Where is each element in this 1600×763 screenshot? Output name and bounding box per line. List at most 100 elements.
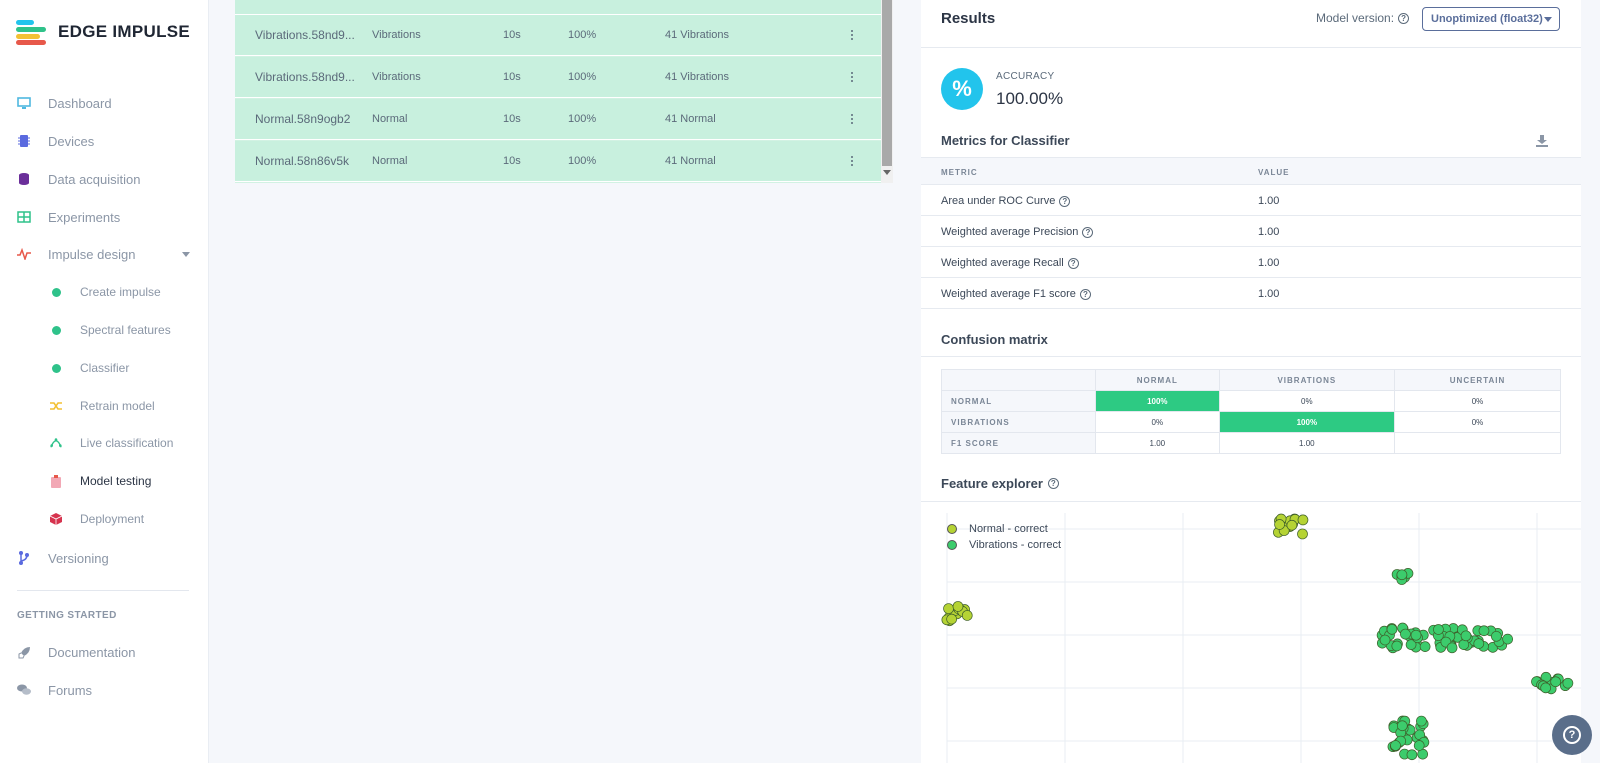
sidebar-item-label: Data acquisition [48, 171, 141, 187]
pulse-icon [16, 246, 32, 262]
scatter-point [1550, 676, 1562, 688]
cm-column-header: VIBRATIONS [1218, 369, 1396, 391]
table-row[interactable]: Normal.58n9ogb2 Normal 10s 100% 41 Norma… [235, 99, 881, 140]
cm-row-header: VIBRATIONS [941, 411, 1096, 433]
sample-result: 41 Vibrations [665, 71, 730, 83]
chevron-down-icon[interactable] [182, 252, 190, 257]
scatter-point [1413, 740, 1425, 751]
help-icon[interactable]: ? [1067, 257, 1079, 269]
dot-icon [50, 324, 62, 336]
table-icon [16, 209, 32, 225]
sidebar-item-dashboard[interactable]: Dashboard [16, 91, 112, 115]
percent-icon: % [941, 68, 983, 110]
scatter-point [1419, 641, 1431, 652]
metric-name: Weighted average Precision [941, 226, 1079, 238]
kebab-menu-icon[interactable] [847, 111, 857, 127]
metric-row: Area under ROC Curve? 1.00 [921, 185, 1581, 216]
sample-name[interactable]: Vibrations.58nd9... [255, 70, 355, 84]
legend-label: Vibrations - correct [969, 539, 1062, 551]
table-row[interactable]: Vibrations.58nd9... Vibrations 10s 100% … [235, 57, 881, 98]
model-version-select[interactable]: Unoptimized (float32) [1422, 7, 1560, 31]
help-button[interactable]: ? [1552, 715, 1592, 755]
sidebar-item-devices[interactable]: Devices [16, 129, 94, 153]
database-icon [16, 171, 32, 187]
sidebar-subitem-label: Classifier [80, 361, 130, 375]
metric-value: 1.00 [1258, 288, 1280, 300]
logo[interactable]: EDGE IMPULSE [16, 20, 190, 45]
scatter-point [1460, 630, 1472, 642]
metric-value: 1.00 [1258, 257, 1280, 269]
corner-cell [941, 369, 1096, 391]
divider [921, 356, 1581, 357]
sidebar-subitem-label: Live classification [80, 436, 174, 450]
sample-name[interactable]: Vibrations.58nd9... [255, 28, 355, 42]
help-icon[interactable]: ? [1398, 12, 1410, 24]
sample-label: Normal [372, 113, 408, 125]
feature-explorer-title: Feature explorer ? [941, 476, 1059, 491]
help-icon[interactable]: ? [1079, 288, 1091, 300]
kebab-menu-icon[interactable] [847, 27, 857, 43]
chip-icon [16, 133, 32, 149]
sidebar-item-experiments[interactable]: Experiments [16, 205, 120, 229]
test-samples-table: Vibrations.58nd9... Vibrations 10s 100% … [235, 0, 881, 183]
sidebar-subitem-deployment[interactable]: Deployment [50, 508, 144, 530]
scatter-point [1297, 514, 1309, 526]
scatter-point [1386, 624, 1398, 635]
sidebar-item-impulse-design[interactable]: Impulse design [16, 242, 190, 266]
legend-item[interactable]: Vibrations - correct [947, 537, 1061, 553]
table-row[interactable]: Normal.58n86v5k Normal 10s 100% 41 Norma… [235, 141, 881, 182]
sidebar-subitem-create-impulse[interactable]: Create impulse [50, 281, 161, 303]
scatter-point [1473, 638, 1485, 649]
scatter-point [1396, 569, 1408, 581]
shuffle-icon [50, 400, 62, 412]
scatter-point [1410, 629, 1422, 641]
sidebar-subitem-retrain-model[interactable]: Retrain model [50, 395, 155, 417]
sidebar-item-forums[interactable]: Forums [16, 678, 92, 702]
results-panel: Results Model version: ? Unoptimized (fl… [921, 0, 1581, 763]
legend-label: Normal - correct [969, 523, 1048, 535]
cm-cell: 0% [1218, 390, 1396, 412]
cm-column-header: NORMAL [1095, 369, 1220, 391]
sidebar-subitem-label: Create impulse [80, 285, 161, 299]
sidebar-subitem-spectral-features[interactable]: Spectral features [50, 319, 171, 341]
scrollbar-thumb[interactable] [882, 0, 892, 166]
sidebar-subitem-label: Retrain model [80, 399, 155, 413]
metric-value: 1.00 [1258, 195, 1280, 207]
sidebar-item-data-acquisition[interactable]: Data acquisition [16, 167, 141, 191]
scatter-point [1406, 749, 1418, 761]
sample-name[interactable]: Normal.58n86v5k [255, 154, 349, 168]
help-icon[interactable]: ? [1082, 226, 1094, 238]
sidebar-item-label: Documentation [48, 644, 136, 660]
sidebar-item-label: Dashboard [48, 95, 112, 111]
cm-cell: 1.00 [1095, 432, 1220, 454]
metric-row: Weighted average F1 score? 1.00 [921, 278, 1581, 309]
sidebar-subitem-classifier[interactable]: Classifier [50, 357, 129, 379]
scatter-point [1396, 720, 1408, 732]
cm-cell: 0% [1095, 411, 1220, 433]
help-icon[interactable]: ? [1059, 195, 1071, 207]
sidebar-item-versioning[interactable]: Versioning [16, 546, 109, 570]
help-icon[interactable]: ? [1047, 478, 1059, 489]
scroll-down-arrow-icon[interactable] [883, 170, 891, 175]
sidebar-item-label: Forums [48, 682, 93, 698]
scatter-point [1400, 628, 1411, 640]
sample-name[interactable]: Normal.58n9ogb2 [255, 112, 350, 126]
sidebar-subitem-model-testing[interactable]: Model testing [50, 470, 151, 492]
kebab-menu-icon[interactable] [847, 69, 857, 85]
metric-value: 1.00 [1258, 226, 1280, 238]
rocket-icon [16, 644, 32, 660]
table-row[interactable] [235, 0, 881, 15]
download-icon[interactable] [1535, 134, 1549, 148]
table-scrollbar[interactable] [881, 0, 893, 183]
cm-row-header: F1 SCORE [941, 432, 1096, 454]
kebab-menu-icon[interactable] [847, 153, 857, 169]
sidebar-item-documentation[interactable]: Documentation [16, 640, 135, 664]
sidebar-subitem-live-classification[interactable]: Live classification [50, 432, 173, 454]
legend-item[interactable]: Normal - correct [947, 521, 1061, 537]
table-row[interactable]: Vibrations.58nd9... Vibrations 10s 100% … [235, 15, 881, 56]
model-version-value: Unoptimized (float32) [1431, 13, 1543, 25]
dot-icon [50, 362, 62, 374]
scatter-point [1297, 528, 1308, 540]
scatter-point [1502, 633, 1514, 645]
scatter-point [1446, 642, 1458, 654]
